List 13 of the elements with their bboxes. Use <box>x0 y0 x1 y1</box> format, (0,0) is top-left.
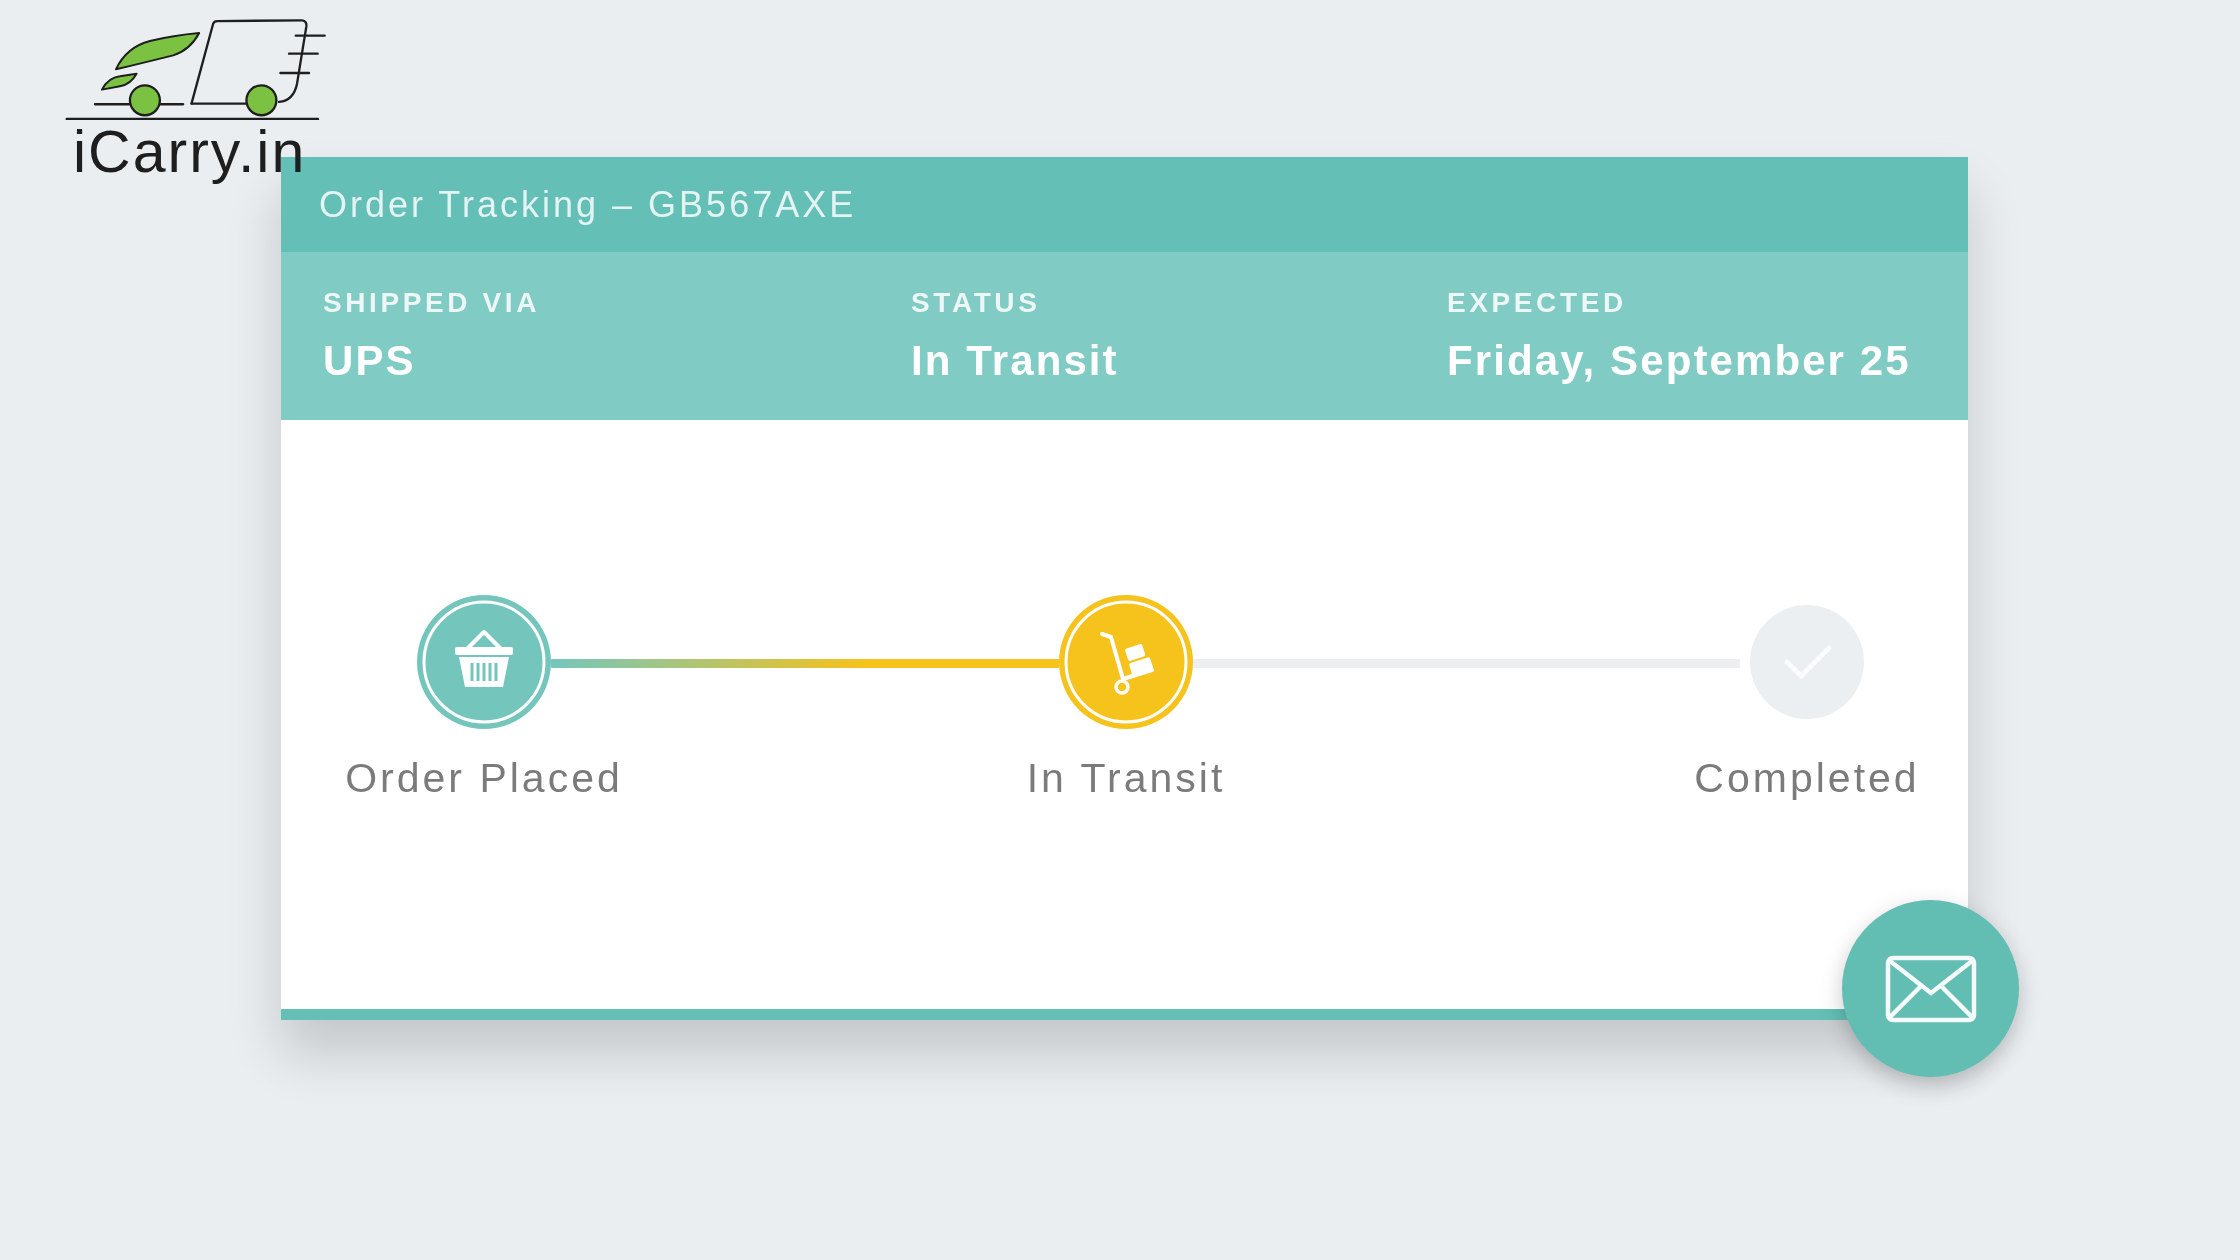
detail-label: STATUS <box>911 286 1041 320</box>
truck-logo-icon <box>65 17 328 122</box>
step-label: Order Placed <box>345 754 623 802</box>
detail-value: Friday, September 25 <box>1447 336 1911 386</box>
detail-label: SHIPPED VIA <box>323 286 540 320</box>
detail-label: EXPECTED <box>1447 286 1627 320</box>
step-label: Completed <box>1694 754 1920 802</box>
detail-value: UPS <box>323 336 416 386</box>
envelope-icon <box>1884 954 1977 1023</box>
logo-text: iCarry.in <box>73 122 307 182</box>
card-title: Order Tracking – GB567AXE <box>319 183 857 226</box>
step-label: In Transit <box>1026 754 1226 802</box>
detail-value: In Transit <box>911 336 1119 386</box>
